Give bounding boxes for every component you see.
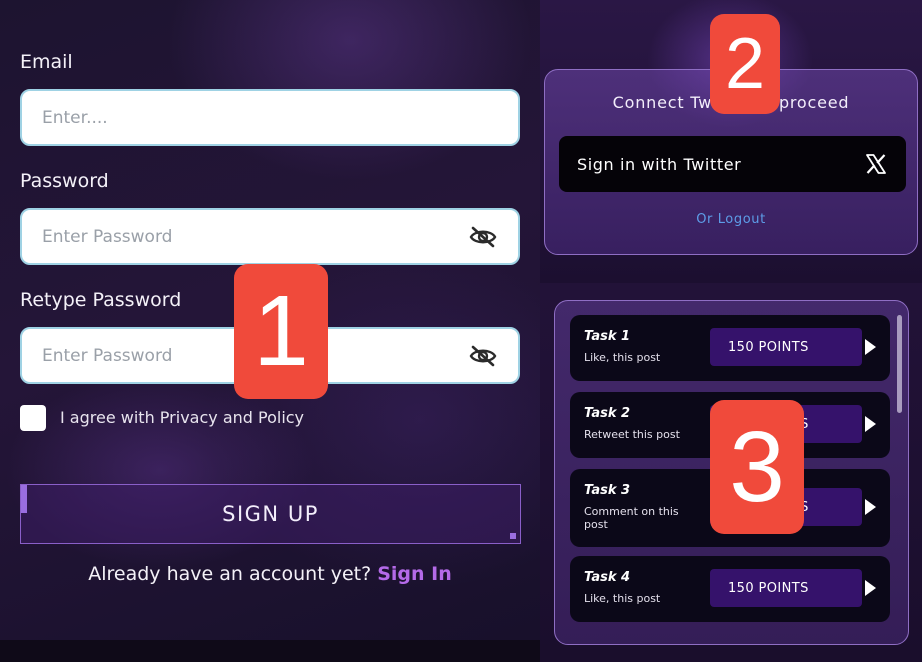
- signup-button-label: SIGN UP: [222, 502, 319, 526]
- step-badge-2: 2: [710, 14, 780, 114]
- eye-off-icon[interactable]: [468, 344, 498, 368]
- play-icon[interactable]: [865, 416, 876, 432]
- retype-password-label: Retype Password: [20, 289, 182, 311]
- scrollbar[interactable]: [897, 315, 902, 413]
- x-logo-icon: [866, 154, 886, 174]
- step-badge-1: 1: [234, 264, 328, 399]
- have-account-text: Already have an account yet?: [88, 563, 372, 585]
- button-corner-accent: [21, 485, 27, 513]
- task-description: Like, this post: [584, 592, 661, 605]
- task-item[interactable]: Task 1 Like, this post 150 POINTS: [570, 315, 890, 381]
- play-icon[interactable]: [865, 580, 876, 596]
- button-corner-accent: [510, 533, 516, 539]
- task-description: Like, this post: [584, 351, 661, 364]
- task-item[interactable]: Task 4 Like, this post 150 POINTS: [570, 556, 890, 622]
- have-account-row: Already have an account yet? Sign In: [0, 563, 540, 585]
- logout-link[interactable]: Or Logout: [545, 212, 917, 227]
- task-name: Task 3: [584, 483, 631, 498]
- bottom-strip: [0, 640, 540, 662]
- step-badge-3: 3: [710, 400, 804, 534]
- task-description: Comment on this post: [584, 505, 679, 531]
- password-field[interactable]: Enter Password: [20, 208, 520, 265]
- twitter-signin-label: Sign in with Twitter: [577, 154, 742, 174]
- agree-checkbox[interactable]: [20, 405, 46, 431]
- play-icon[interactable]: [865, 499, 876, 515]
- task-points-button[interactable]: 150 POINTS: [710, 569, 862, 607]
- task-name: Task 1: [584, 329, 631, 344]
- email-label: Email: [20, 51, 73, 73]
- task-name: Task 2: [584, 406, 631, 421]
- twitter-signin-button[interactable]: Sign in with Twitter: [559, 136, 906, 192]
- task-description: Retweet this post: [584, 428, 680, 441]
- signup-button[interactable]: SIGN UP: [20, 484, 521, 544]
- password-label: Password: [20, 170, 109, 192]
- task-name: Task 4: [584, 570, 631, 585]
- password-placeholder: Enter Password: [42, 226, 173, 247]
- signin-link[interactable]: Sign In: [377, 563, 452, 585]
- agree-label: I agree with Privacy and Policy: [60, 408, 305, 427]
- eye-off-icon[interactable]: [468, 225, 498, 249]
- email-placeholder: Enter....: [42, 107, 108, 128]
- email-field[interactable]: Enter....: [20, 89, 520, 146]
- play-icon[interactable]: [865, 339, 876, 355]
- task-points-button[interactable]: 150 POINTS: [710, 328, 862, 366]
